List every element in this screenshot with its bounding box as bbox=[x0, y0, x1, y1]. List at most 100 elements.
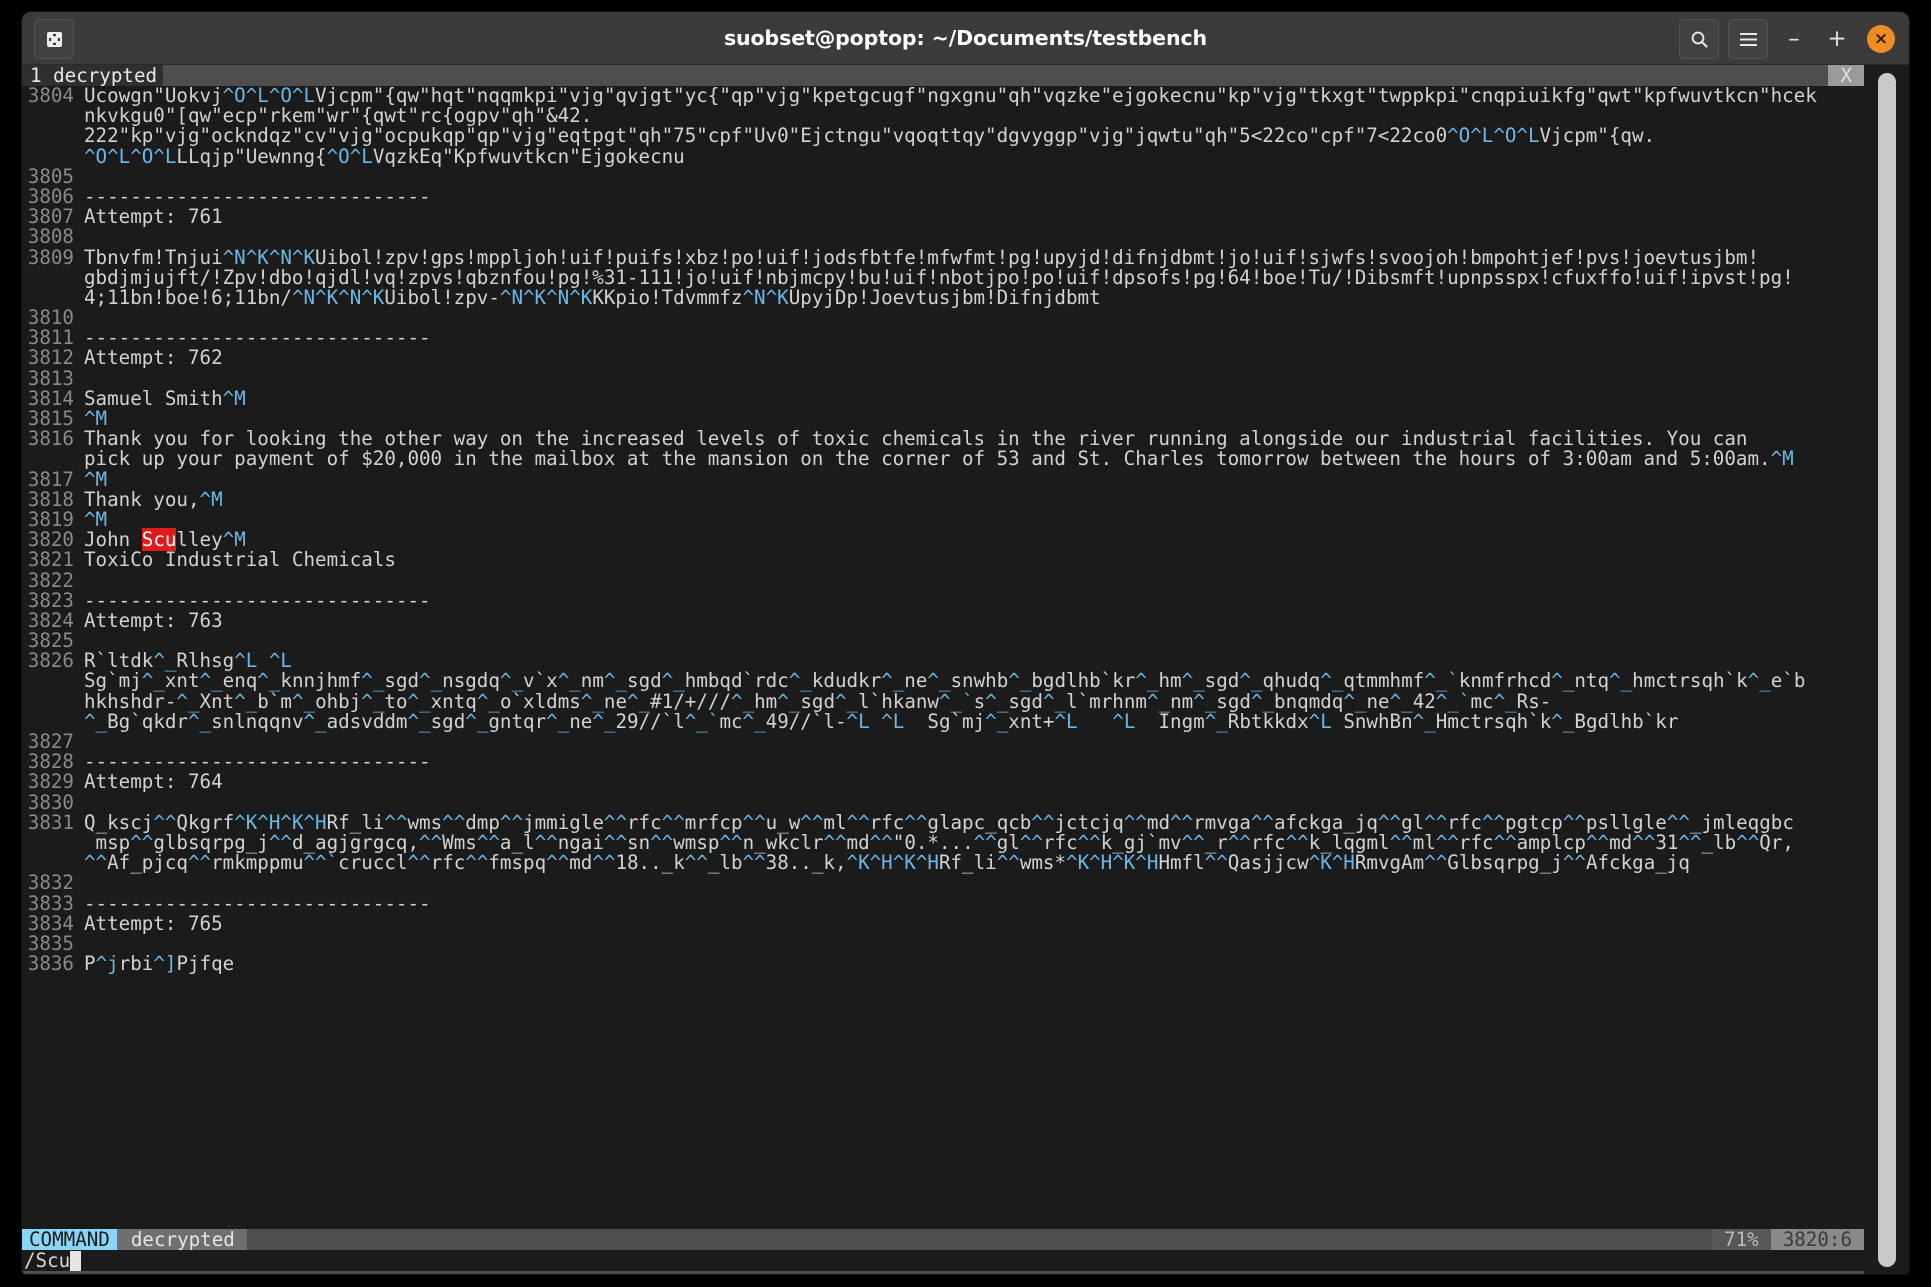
buffer-line[interactable]: 3824 Attempt: 763 bbox=[22, 608, 1864, 632]
buffer-wrapped-line[interactable]: nkvkgu0"[qw"ecp"rkem"wr"{qwt"rc{ogpv"qh"… bbox=[22, 106, 1864, 126]
close-button[interactable]: × bbox=[1867, 25, 1895, 53]
control-character: ^_ bbox=[592, 709, 616, 733]
terminal-icon[interactable] bbox=[34, 19, 74, 59]
control-character: ^O^L^O^L bbox=[84, 144, 177, 168]
control-character: ^_ bbox=[1204, 709, 1228, 733]
buffer-line[interactable]: 3831 Q_kscj^^Qkgrf^K^H^K^HRf_li^^wms^^dmp… bbox=[22, 812, 1864, 833]
buffer-line[interactable]: 3805 bbox=[22, 164, 1864, 188]
text-run: e`b bbox=[1770, 669, 1806, 693]
minimize-button[interactable]: – bbox=[1777, 20, 1811, 58]
buffer-line[interactable]: 3811 ------------------------------ bbox=[22, 328, 1864, 348]
control-character: ^^ bbox=[1424, 851, 1448, 875]
text-run: mc bbox=[719, 709, 743, 733]
line-number: 3824 bbox=[27, 608, 74, 632]
line-number: 3805 bbox=[27, 164, 74, 188]
buffer-wrapped-line[interactable]: hkhshdr-^_Xnt^_b`m^_ohbj^_to^_xntq^_o`xl… bbox=[22, 691, 1864, 712]
buffer-line[interactable]: 3821 ToxiCo Industrial Chemicals bbox=[22, 550, 1864, 570]
buffer-line[interactable]: 3835 bbox=[22, 933, 1864, 954]
buffer-line[interactable]: 3829 Attempt: 764 bbox=[22, 772, 1864, 792]
editor-tabbar: 1 decrypted X bbox=[22, 65, 1864, 86]
line-text: 222"kp"vjg"ockndqz"cv"vjg"ocpukqp"qp"vjg… bbox=[84, 126, 1655, 146]
buffer-line[interactable]: 3819 ^M bbox=[22, 509, 1864, 530]
command-prompt-line[interactable]: /Scu bbox=[22, 1250, 1864, 1271]
scrollbar-thumb[interactable] bbox=[1878, 73, 1896, 1267]
text-run: pick up your payment of $20,000 in the m… bbox=[84, 447, 1771, 471]
search-icon[interactable] bbox=[1679, 19, 1719, 59]
buffer-wrapped-line[interactable]: ^O^L^O^LLLqjp"Uewnng{^O^LVqzkEq"Kpfwuvtk… bbox=[22, 144, 1864, 168]
buffer-line[interactable]: 3826 R`ltdk^_Rlhsg^L ^L bbox=[22, 651, 1864, 671]
buffer-wrapped-line[interactable]: 222"kp"vjg"ockndqz"cv"vjg"ocpukqp"qp"vjg… bbox=[22, 126, 1864, 146]
line-text: ------------------------------ bbox=[84, 752, 431, 772]
buffer-line[interactable]: 3827 bbox=[22, 731, 1864, 752]
line-text: gbdjmjujft/!Zpv!dbo!qjdl!vq!zpvs!qbznfou… bbox=[84, 267, 1794, 288]
text-run: Sg`mj bbox=[904, 709, 986, 733]
buffer-line[interactable]: 3832 bbox=[22, 873, 1864, 893]
text-run: xnt+ bbox=[1008, 709, 1055, 733]
text-run: rfc bbox=[430, 851, 466, 875]
buffer-wrapped-line[interactable]: pick up your payment of $20,000 in the m… bbox=[22, 449, 1864, 469]
buffer-wrapped-line[interactable]: ^^Af_pjcq^^rmkmppmu^^`cruccl^^rfc^^fmspq… bbox=[22, 853, 1864, 873]
line-text: ^O^L^O^LLLqjp"Uewnng{^O^LVqzkEq"Kpfwuvtk… bbox=[84, 144, 685, 168]
control-character: ^^` bbox=[303, 851, 339, 875]
maximize-button[interactable]: + bbox=[1820, 20, 1854, 58]
line-number: 3832 bbox=[27, 871, 74, 895]
text-run: sgd bbox=[430, 709, 466, 733]
text-run: gntqr bbox=[488, 709, 547, 733]
text-run: rbi bbox=[118, 952, 154, 976]
text-run: 49//`l- bbox=[765, 709, 847, 733]
buffer-line[interactable]: 3830 bbox=[22, 792, 1864, 813]
editor-buffer[interactable]: 3804 Ucowgn"Uokvj^O^L^O^LVjcpm"{qw"hqt"nq… bbox=[22, 86, 1864, 1229]
buffer-line[interactable]: 3815 ^M bbox=[22, 408, 1864, 429]
buffer-line[interactable]: 3825 bbox=[22, 630, 1864, 651]
line-text: Q_kscj^^Qkgrf^K^H^K^HRf_li^^wms^^dmp^^jm… bbox=[84, 812, 1794, 833]
tab-close-icon[interactable]: X bbox=[1828, 65, 1864, 86]
buffer-line[interactable]: 3809 Tbnvfm!Tnjui^N^K^N^KUibol!zpv!gps!mp… bbox=[22, 247, 1864, 268]
buffer-line[interactable]: 3820 John Sculley^M bbox=[22, 528, 1864, 552]
buffer-wrapped-line[interactable]: ^_Bg`qkdr^_snlnqqnv^_adsvddm^_sgd^_gntqr… bbox=[22, 709, 1864, 733]
control-character: ^^ bbox=[1736, 830, 1760, 854]
control-character: ^O^L^O^L bbox=[1447, 124, 1540, 148]
buffer-line[interactable]: 3806 ------------------------------ bbox=[22, 186, 1864, 207]
control-character: ^_ bbox=[84, 709, 108, 733]
buffer-line[interactable]: 3814 Samuel Smith^M bbox=[22, 388, 1864, 409]
line-number: 3813 bbox=[27, 366, 74, 390]
line-text: Attempt: 765 bbox=[84, 913, 223, 934]
text-run: Attempt: 762 bbox=[84, 346, 223, 370]
buffer-line[interactable]: 3812 Attempt: 762 bbox=[22, 348, 1864, 368]
text-run: 29//`l bbox=[615, 709, 685, 733]
buffer-line[interactable]: 3828 ------------------------------ bbox=[22, 751, 1864, 772]
buffer-line[interactable]: 3813 bbox=[22, 366, 1864, 390]
buffer-line[interactable]: 3836 P^jrbi^]Pjfqe bbox=[22, 952, 1864, 976]
buffer-line[interactable]: 3818 Thank you,^M bbox=[22, 489, 1864, 510]
hamburger-menu-icon[interactable] bbox=[1728, 19, 1768, 59]
buffer-line[interactable]: 3807 Attempt: 761 bbox=[22, 206, 1864, 227]
buffer-line[interactable]: 3823 ------------------------------ bbox=[22, 590, 1864, 611]
buffer-line[interactable]: 3808 bbox=[22, 227, 1864, 247]
buffer-wrapped-line[interactable]: 4;11bn!boe!6;11bn/^N^K^N^KUibol!zpv-^N^K… bbox=[22, 287, 1864, 308]
status-mode-badge: COMMAND bbox=[22, 1229, 117, 1250]
buffer-line[interactable]: 3817 ^M bbox=[22, 467, 1864, 491]
tab-decrypted[interactable]: 1 decrypted bbox=[22, 65, 164, 86]
text-run: Hmctrsqh`k bbox=[1435, 709, 1552, 733]
line-number: 3836 bbox=[27, 952, 74, 976]
line-number: 3816 bbox=[27, 427, 74, 451]
line-text: ^M bbox=[84, 509, 107, 530]
buffer-line[interactable]: 3834 Attempt: 765 bbox=[22, 913, 1864, 934]
window-titlebar: suobset@poptop: ~/Documents/testbench – … bbox=[22, 12, 1909, 65]
buffer-line[interactable]: 3822 bbox=[22, 570, 1864, 591]
buffer-wrapped-line[interactable]: gbdjmjujft/!Zpv!dbo!qjdl!vq!zpvs!qbznfou… bbox=[22, 267, 1864, 288]
buffer-line[interactable]: 3816 Thank you for looking the other way … bbox=[22, 427, 1864, 451]
terminal-content[interactable]: 1 decrypted X 3804 Ucowgn"Uokvj^O^L^O^LVj… bbox=[22, 65, 1909, 1274]
buffer-line[interactable]: 3833 ------------------------------ bbox=[22, 893, 1864, 914]
buffer-wrapped-line[interactable]: Sg`mj^_xnt^_enq^_knnjhmf^_sgd^_nsgdq^_v`… bbox=[22, 671, 1864, 691]
buffer-line[interactable]: 3810 bbox=[22, 307, 1864, 328]
control-character: ^K^H^K^H bbox=[1066, 851, 1159, 875]
line-text: msp^^glbsqrpg_j^^d_agjgrgcq,^^Wms^^a_l^^… bbox=[84, 830, 1794, 854]
control-character: ^^ bbox=[592, 851, 616, 875]
scrollbar-track[interactable] bbox=[1864, 65, 1909, 1274]
line-text: ^^Af_pjcq^^rmkmppmu^^`cruccl^^rfc^^fmspq… bbox=[84, 853, 1690, 873]
buffer-line[interactable]: 3804 Ucowgn"Uokvj^O^L^O^LVjcpm"{qw"hqt"nq… bbox=[22, 86, 1864, 106]
text-run: Rbtkkdx bbox=[1227, 709, 1309, 733]
line-number: 3817 bbox=[27, 467, 74, 491]
buffer-wrapped-line[interactable]: msp^^glbsqrpg_j^^d_agjgrgcq,^^Wms^^a_l^^… bbox=[22, 830, 1864, 854]
